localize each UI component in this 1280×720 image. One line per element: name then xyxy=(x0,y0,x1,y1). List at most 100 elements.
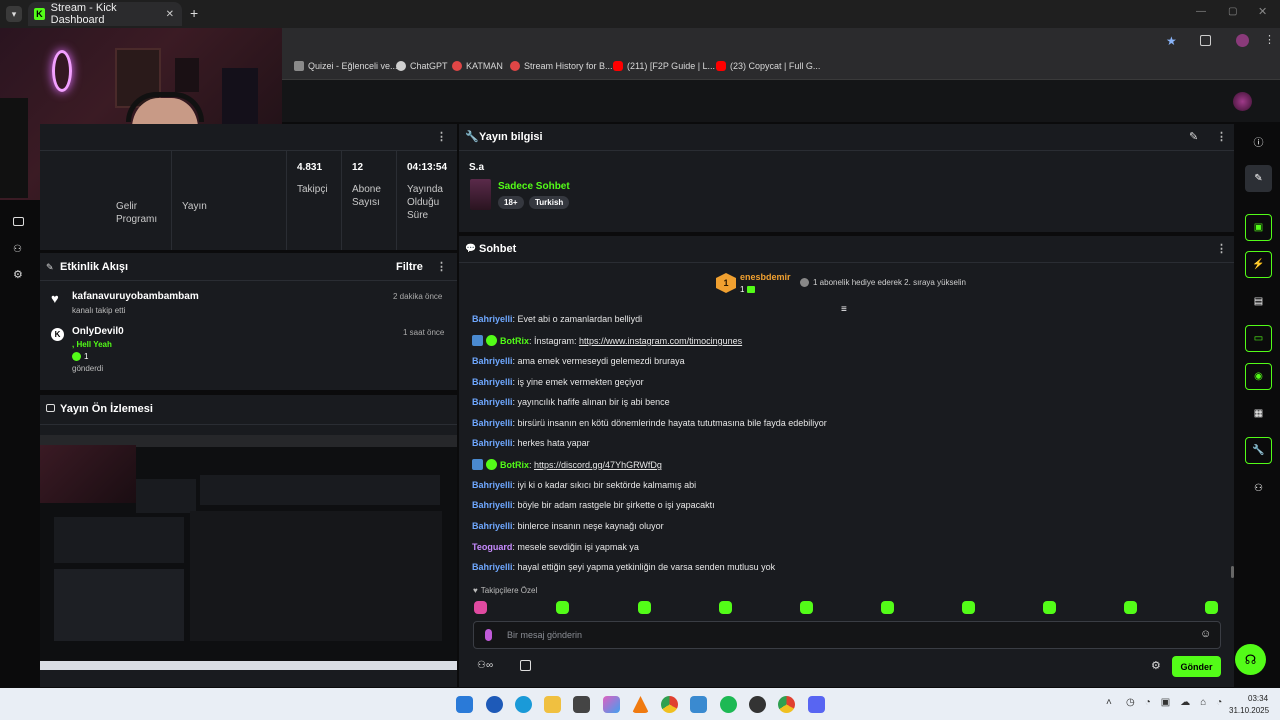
stream-icon[interactable] xyxy=(13,217,24,226)
emoji-picker-icon[interactable]: ☺ xyxy=(1200,628,1211,640)
chat-toggle-icon[interactable]: ▭ xyxy=(1245,325,1272,352)
emote-icon[interactable] xyxy=(962,601,975,614)
tools-icon[interactable]: 🔧 xyxy=(1245,437,1272,464)
tab-menu-button[interactable]: ▾ xyxy=(6,6,22,22)
tag-18plus[interactable]: 18+ xyxy=(498,196,524,209)
close-tab-icon[interactable]: ✕ xyxy=(166,9,174,20)
chat-menu-icon[interactable]: ⋮ xyxy=(1216,242,1227,255)
youtube-icon xyxy=(716,61,726,71)
send-button[interactable]: Gönder xyxy=(1172,656,1221,677)
bookmark-quizei[interactable]: Quizei - Eğlenceli ve... xyxy=(294,61,398,71)
support-button[interactable]: ☊ xyxy=(1235,644,1266,675)
category-name[interactable]: Sadece Sohbet xyxy=(498,181,570,192)
user-avatar[interactable] xyxy=(1233,92,1252,111)
emote-icon[interactable] xyxy=(1124,601,1137,614)
users-group-icon[interactable]: ⚇ xyxy=(1245,475,1272,502)
collapse-pinned-icon[interactable]: ≡ xyxy=(841,304,847,315)
chat-input-box[interactable]: Bir mesaj gönderin ☺ xyxy=(473,621,1221,649)
emote-icon[interactable] xyxy=(638,601,651,614)
close-window-icon[interactable]: ✕ xyxy=(1258,5,1267,18)
bookmark-f2p-guide[interactable]: (211) [F2P Guide | L... xyxy=(613,61,715,71)
pinned-username[interactable]: enesbdemir xyxy=(740,272,791,282)
chat-username[interactable]: Bahriyelli xyxy=(472,438,513,448)
browser-menu-icon[interactable]: ⋮ xyxy=(1264,33,1275,46)
chat-message: Bahriyelli: böyle bir adam rastgele bir … xyxy=(472,500,715,510)
spotify-icon[interactable] xyxy=(720,696,737,713)
chat-username[interactable]: BotRix xyxy=(500,336,529,346)
clock-time[interactable]: 03:34 xyxy=(1248,694,1268,703)
windows-start-icon[interactable] xyxy=(456,696,473,713)
chat-settings-icon[interactable]: ⚙ xyxy=(1151,659,1161,672)
tag-turkish[interactable]: Turkish xyxy=(529,196,570,209)
microphone-icon[interactable] xyxy=(485,629,492,641)
tray-icons[interactable]: ◷◔▣☁⌂◔ xyxy=(1126,697,1232,708)
chat-username[interactable]: Bahriyelli xyxy=(472,356,513,366)
emote-icon[interactable] xyxy=(556,601,569,614)
new-tab-button[interactable]: + xyxy=(190,5,198,21)
copilot-icon[interactable] xyxy=(603,696,620,713)
chat-username[interactable]: BotRix xyxy=(500,460,529,470)
category-thumbnail[interactable] xyxy=(470,179,491,210)
clock-date[interactable]: 31.10.2025 xyxy=(1229,706,1269,715)
chat-username[interactable]: Bahriyelli xyxy=(472,500,513,510)
chat-username[interactable]: Bahriyelli xyxy=(472,377,513,387)
edit-info-icon[interactable]: ✎ xyxy=(1189,130,1198,143)
tray-chevron-icon[interactable]: ˄ xyxy=(1106,697,1112,708)
emote-icon[interactable] xyxy=(800,601,813,614)
store-icon[interactable] xyxy=(520,660,531,671)
chat-username[interactable]: Bahriyelli xyxy=(472,562,513,572)
info-icon[interactable]: ⓘ xyxy=(1245,128,1272,155)
chrome-icon[interactable] xyxy=(661,696,678,713)
chat-link[interactable]: https://www.instagram.com/timocingunes xyxy=(579,336,742,346)
chat-users-icon[interactable]: ⚇∞ xyxy=(477,660,493,671)
chat-scrollbar[interactable] xyxy=(1231,566,1234,578)
emote-icon[interactable] xyxy=(1205,601,1218,614)
bookmark-copycat[interactable]: (23) Copycat | Full G... xyxy=(716,61,820,71)
maximize-icon[interactable]: ▢ xyxy=(1228,6,1237,17)
layout-icon[interactable]: ▦ xyxy=(1245,400,1272,427)
emote-icon[interactable] xyxy=(719,601,732,614)
minimize-icon[interactable]: — xyxy=(1196,6,1206,17)
users-icon[interactable]: ⚇ xyxy=(13,244,22,255)
event-username[interactable]: kafanavuruyobambambam xyxy=(72,291,199,302)
app-icon[interactable] xyxy=(486,696,503,713)
chat-username[interactable]: Bahriyelli xyxy=(472,418,513,428)
activity-filter-button[interactable]: Filtre xyxy=(396,261,423,273)
chat-username[interactable]: Bahriyelli xyxy=(472,521,513,531)
chat-username[interactable]: Bahriyelli xyxy=(472,397,513,407)
settings-icon[interactable]: ⚙ xyxy=(13,268,23,281)
notes-icon[interactable]: ▤ xyxy=(1245,288,1272,315)
edge-icon[interactable] xyxy=(515,696,532,713)
stream-preview-toggle-icon[interactable]: ▣ xyxy=(1245,214,1272,241)
bookmark-star-icon[interactable]: ★ xyxy=(1166,34,1177,48)
emote-icon[interactable] xyxy=(474,601,487,614)
chat-link[interactable]: https://discord.gg/47YhGRWfDg xyxy=(534,460,662,470)
stats-menu-icon[interactable]: ⋮ xyxy=(436,130,447,143)
chat-username[interactable]: Bahriyelli xyxy=(472,314,513,324)
broadcast-icon[interactable]: ◉ xyxy=(1245,363,1272,390)
stream-info-menu-icon[interactable]: ⋮ xyxy=(1216,130,1227,143)
activity-menu-icon[interactable]: ⋮ xyxy=(436,260,447,273)
profile-avatar[interactable] xyxy=(1236,34,1249,47)
stream-preview-video[interactable] xyxy=(40,435,457,670)
app-icon[interactable] xyxy=(690,696,707,713)
emote-icon[interactable] xyxy=(881,601,894,614)
discord-icon[interactable] xyxy=(808,696,825,713)
chat-username[interactable]: Bahriyelli xyxy=(472,480,513,490)
chat-username[interactable]: Teoguard xyxy=(472,542,512,552)
bookmark-katman[interactable]: KATMAN xyxy=(452,61,503,71)
emote-icon[interactable] xyxy=(1043,601,1056,614)
chrome-icon[interactable] xyxy=(778,696,795,713)
bookmark-stream-history[interactable]: Stream History for B... xyxy=(510,61,613,71)
bookmark-chatgpt[interactable]: ChatGPT xyxy=(396,61,448,71)
edit-icon[interactable]: ✎ xyxy=(1245,165,1272,192)
stat-uptime: 04:13:54 Yayında Olduğu Süre xyxy=(407,162,448,221)
chat-text: Evet abi o zamanlardan belliydi xyxy=(517,314,643,324)
file-explorer-icon[interactable] xyxy=(544,696,561,713)
browser-tab[interactable]: K Stream - Kick Dashboard ✕ xyxy=(28,2,182,26)
extensions-icon[interactable] xyxy=(1200,35,1211,46)
app-icon[interactable] xyxy=(749,696,766,713)
lightning-icon[interactable]: ⚡ xyxy=(1245,251,1272,278)
app-icon[interactable] xyxy=(573,696,590,713)
event-username[interactable]: OnlyDevil0 xyxy=(72,326,124,337)
